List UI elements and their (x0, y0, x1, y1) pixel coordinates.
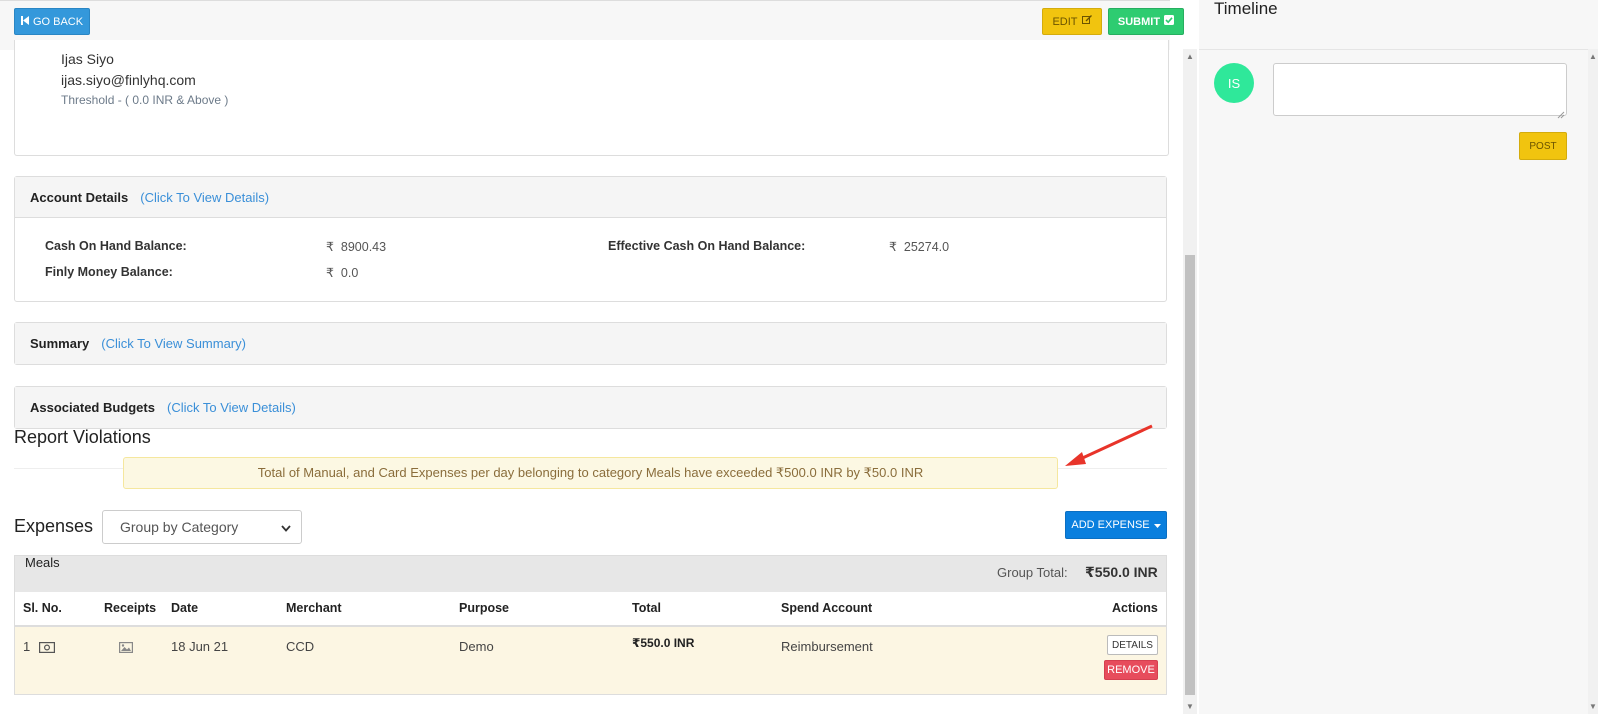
approver-threshold: Threshold - ( 0.0 INR & Above ) (61, 93, 229, 107)
edit-label: EDIT (1052, 15, 1078, 28)
cash-icon (39, 640, 56, 658)
row-purpose: Demo (459, 639, 494, 654)
budgets-title: Associated Budgets (30, 400, 155, 415)
col-header-total: Total (632, 601, 661, 615)
approver-name: Ijas Siyo (61, 51, 114, 67)
add-expense-label: ADD EXPENSE (1071, 519, 1150, 531)
group-total-value: ₹550.0 INR (1085, 564, 1158, 580)
group-by-value: Group by Category (120, 519, 239, 535)
edit-icon (1081, 15, 1092, 28)
resize-handle-icon[interactable] (1557, 106, 1565, 124)
timeline-comment-input[interactable] (1273, 63, 1567, 116)
budgets-header[interactable]: Associated Budgets (Click To View Detail… (15, 387, 1166, 428)
go-back-button[interactable]: GO BACK (14, 8, 90, 35)
details-button[interactable]: DETAILS (1107, 635, 1158, 655)
post-button[interactable]: POST (1519, 132, 1567, 160)
row-merchant: CCD (286, 639, 315, 654)
group-header (15, 556, 1166, 592)
summary-header[interactable]: Summary (Click To View Summary) (15, 323, 1166, 364)
timeline-scrollbar[interactable] (1588, 49, 1598, 714)
annotation-arrow-icon (1065, 424, 1153, 466)
violation-message: Total of Manual, and Card Expenses per d… (257, 465, 924, 480)
budgets-link[interactable]: (Click To View Details) (167, 400, 296, 415)
avatar: IS (1214, 63, 1254, 103)
scroll-up-arrow-icon[interactable]: ▲ (1186, 52, 1194, 61)
row-sl-no: 1 (23, 639, 31, 654)
scroll-down-arrow-icon[interactable]: ▼ (1186, 702, 1194, 711)
col-header-date: Date (171, 601, 199, 615)
timeline-title: Timeline (1214, 0, 1278, 18)
summary-panel: Summary (Click To View Summary) (14, 322, 1167, 365)
edit-button[interactable]: EDIT (1042, 8, 1102, 35)
submit-label: SUBMIT (1117, 15, 1161, 28)
col-header-sl-no: Sl. No. (23, 601, 62, 615)
summary-link[interactable]: (Click To View Summary) (101, 336, 246, 351)
account-details-title: Account Details (30, 189, 129, 205)
effective-cash-value: ₹ 25274.0 (889, 240, 950, 254)
group-by-select[interactable]: Group by Category (102, 510, 302, 544)
submit-button[interactable]: SUBMIT (1108, 8, 1184, 35)
expenses-title: Expenses (14, 516, 94, 536)
table-row (15, 627, 1166, 694)
main-scrollbar-thumb[interactable] (1185, 255, 1195, 695)
timeline-scroll-up-arrow-icon[interactable]: ▲ (1589, 52, 1597, 61)
effective-cash-label: Effective Cash On Hand Balance: (608, 239, 806, 253)
summary-title: Summary (30, 336, 90, 351)
image-icon[interactable] (119, 640, 134, 658)
budgets-panel: Associated Budgets (Click To View Detail… (14, 386, 1167, 429)
violation-alert: Total of Manual, and Card Expenses per d… (123, 457, 1058, 489)
row-date: 18 Jun 21 (171, 639, 229, 654)
skip-back-icon (20, 15, 29, 28)
account-details-panel: Account Details (Click To View Details) … (14, 176, 1167, 302)
col-header-merchant: Merchant (286, 601, 342, 615)
approver-email: ijas.siyo@finlyhq.com (61, 72, 196, 88)
finly-money-label: Finly Money Balance: (45, 265, 173, 279)
checkbox-check-icon (1164, 15, 1175, 28)
col-header-receipts: Receipts (104, 601, 157, 615)
group-name: Meals (25, 555, 60, 570)
cash-on-hand-label: Cash On Hand Balance: (45, 239, 187, 253)
account-details-header[interactable]: Account Details (Click To View Details) (15, 177, 1166, 218)
row-total: ₹550.0 INR (632, 636, 695, 650)
timeline-divider (1199, 49, 1598, 50)
finly-money-value: ₹ 0.0 (326, 266, 359, 280)
go-back-label: GO BACK (32, 15, 84, 28)
col-header-actions: Actions (1112, 601, 1158, 615)
add-expense-button[interactable]: ADD EXPENSE (1065, 511, 1167, 539)
chevron-down-icon (281, 519, 291, 535)
caret-down-icon (1153, 519, 1161, 531)
col-header-purpose: Purpose (459, 601, 510, 615)
group-total-label: Group Total: (997, 565, 1068, 580)
row-spend-account: Reimbursement (781, 639, 873, 654)
report-violations-title: Report Violations (14, 427, 151, 447)
account-details-link[interactable]: (Click To View Details) (140, 190, 269, 205)
remove-button[interactable]: REMOVE (1104, 660, 1158, 680)
col-header-spend-account: Spend Account (781, 601, 873, 615)
cash-on-hand-value: ₹ 8900.43 (326, 240, 387, 254)
timeline-scroll-down-arrow-icon[interactable]: ▼ (1589, 702, 1597, 711)
